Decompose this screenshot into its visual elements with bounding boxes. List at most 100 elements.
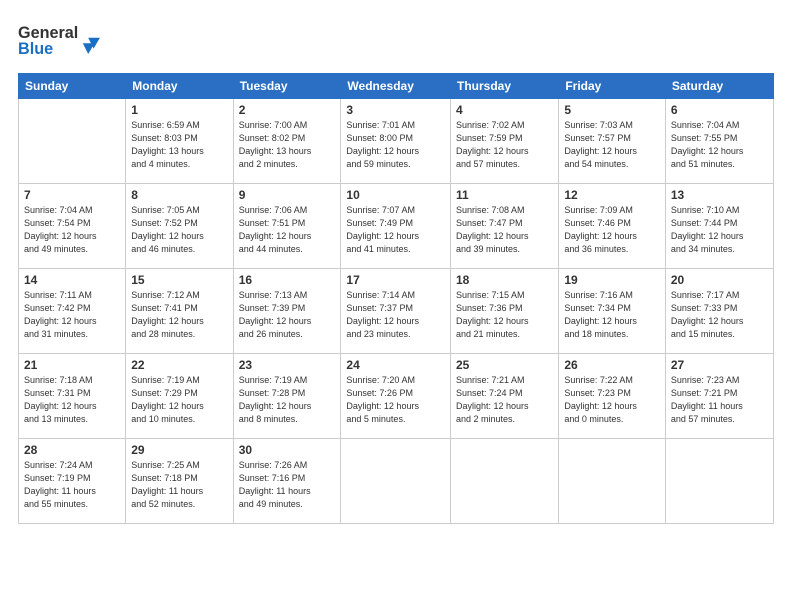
calendar-cell: 18 Sunrise: 7:15 AM Sunset: 7:36 PM Dayli… bbox=[451, 269, 559, 354]
day-number: 30 bbox=[239, 443, 336, 457]
calendar-cell: 11 Sunrise: 7:08 AM Sunset: 7:47 PM Dayli… bbox=[451, 184, 559, 269]
day-info: Sunrise: 7:02 AM Sunset: 7:59 PM Dayligh… bbox=[456, 119, 553, 171]
day-info: Sunrise: 7:18 AM Sunset: 7:31 PM Dayligh… bbox=[24, 374, 120, 426]
day-number: 9 bbox=[239, 188, 336, 202]
calendar-table: SundayMondayTuesdayWednesdayThursdayFrid… bbox=[18, 73, 774, 524]
day-info: Sunrise: 7:22 AM Sunset: 7:23 PM Dayligh… bbox=[564, 374, 660, 426]
day-number: 10 bbox=[346, 188, 445, 202]
calendar-cell: 1 Sunrise: 6:59 AM Sunset: 8:03 PM Daylig… bbox=[126, 99, 233, 184]
day-number: 23 bbox=[239, 358, 336, 372]
day-info: Sunrise: 7:20 AM Sunset: 7:26 PM Dayligh… bbox=[346, 374, 445, 426]
day-info: Sunrise: 7:04 AM Sunset: 7:54 PM Dayligh… bbox=[24, 204, 120, 256]
day-info: Sunrise: 7:09 AM Sunset: 7:46 PM Dayligh… bbox=[564, 204, 660, 256]
calendar-cell: 13Sunrise: 7:10 AM Sunset: 7:44 PM Dayli… bbox=[665, 184, 773, 269]
calendar-cell: 24 Sunrise: 7:20 AM Sunset: 7:26 PM Dayli… bbox=[341, 354, 451, 439]
day-number: 14 bbox=[24, 273, 120, 287]
calendar-cell bbox=[559, 439, 666, 524]
day-info: Sunrise: 7:14 AM Sunset: 7:37 PM Dayligh… bbox=[346, 289, 445, 341]
calendar-cell bbox=[665, 439, 773, 524]
calendar-cell: 2 Sunrise: 7:00 AM Sunset: 8:02 PM Daylig… bbox=[233, 99, 341, 184]
day-number: 15 bbox=[131, 273, 227, 287]
day-info: Sunrise: 7:01 AM Sunset: 8:00 PM Dayligh… bbox=[346, 119, 445, 171]
day-info: Sunrise: 7:21 AM Sunset: 7:24 PM Dayligh… bbox=[456, 374, 553, 426]
week-row-4: 21 Sunrise: 7:18 AM Sunset: 7:31 PM Dayli… bbox=[19, 354, 774, 439]
calendar-cell: 7 Sunrise: 7:04 AM Sunset: 7:54 PM Daylig… bbox=[19, 184, 126, 269]
day-number: 2 bbox=[239, 103, 336, 117]
logo-image: General Blue bbox=[18, 18, 108, 63]
week-row-3: 14 Sunrise: 7:11 AM Sunset: 7:42 PM Dayli… bbox=[19, 269, 774, 354]
day-info: Sunrise: 7:06 AM Sunset: 7:51 PM Dayligh… bbox=[239, 204, 336, 256]
day-number: 11 bbox=[456, 188, 553, 202]
day-number: 17 bbox=[346, 273, 445, 287]
day-info: Sunrise: 7:23 AM Sunset: 7:21 PM Dayligh… bbox=[671, 374, 768, 426]
header: General Blue bbox=[18, 18, 774, 63]
day-number: 25 bbox=[456, 358, 553, 372]
day-info: Sunrise: 7:15 AM Sunset: 7:36 PM Dayligh… bbox=[456, 289, 553, 341]
day-number: 1 bbox=[131, 103, 227, 117]
weekday-header-monday: Monday bbox=[126, 74, 233, 99]
weekday-header-thursday: Thursday bbox=[451, 74, 559, 99]
day-info: Sunrise: 7:16 AM Sunset: 7:34 PM Dayligh… bbox=[564, 289, 660, 341]
calendar-cell bbox=[341, 439, 451, 524]
day-info: Sunrise: 7:19 AM Sunset: 7:28 PM Dayligh… bbox=[239, 374, 336, 426]
calendar-cell: 14 Sunrise: 7:11 AM Sunset: 7:42 PM Dayli… bbox=[19, 269, 126, 354]
weekday-header-wednesday: Wednesday bbox=[341, 74, 451, 99]
calendar-cell bbox=[19, 99, 126, 184]
calendar-cell: 22 Sunrise: 7:19 AM Sunset: 7:29 PM Dayli… bbox=[126, 354, 233, 439]
calendar-cell: 9 Sunrise: 7:06 AM Sunset: 7:51 PM Daylig… bbox=[233, 184, 341, 269]
day-info: Sunrise: 7:26 AM Sunset: 7:16 PM Dayligh… bbox=[239, 459, 336, 511]
calendar-cell: 8 Sunrise: 7:05 AM Sunset: 7:52 PM Daylig… bbox=[126, 184, 233, 269]
day-number: 29 bbox=[131, 443, 227, 457]
day-info: Sunrise: 7:05 AM Sunset: 7:52 PM Dayligh… bbox=[131, 204, 227, 256]
calendar-cell: 15 Sunrise: 7:12 AM Sunset: 7:41 PM Dayli… bbox=[126, 269, 233, 354]
weekday-header-sunday: Sunday bbox=[19, 74, 126, 99]
day-number: 24 bbox=[346, 358, 445, 372]
calendar-cell: 28 Sunrise: 7:24 AM Sunset: 7:19 PM Dayli… bbox=[19, 439, 126, 524]
calendar-cell: 6Sunrise: 7:04 AM Sunset: 7:55 PM Daylig… bbox=[665, 99, 773, 184]
day-info: Sunrise: 7:10 AM Sunset: 7:44 PM Dayligh… bbox=[671, 204, 768, 256]
day-number: 18 bbox=[456, 273, 553, 287]
day-info: Sunrise: 7:24 AM Sunset: 7:19 PM Dayligh… bbox=[24, 459, 120, 511]
logo: General Blue bbox=[18, 18, 108, 63]
week-row-5: 28 Sunrise: 7:24 AM Sunset: 7:19 PM Dayli… bbox=[19, 439, 774, 524]
day-number: 21 bbox=[24, 358, 120, 372]
calendar-cell: 20Sunrise: 7:17 AM Sunset: 7:33 PM Dayli… bbox=[665, 269, 773, 354]
day-info: Sunrise: 7:04 AM Sunset: 7:55 PM Dayligh… bbox=[671, 119, 768, 171]
day-info: Sunrise: 6:59 AM Sunset: 8:03 PM Dayligh… bbox=[131, 119, 227, 171]
week-row-2: 7 Sunrise: 7:04 AM Sunset: 7:54 PM Daylig… bbox=[19, 184, 774, 269]
day-info: Sunrise: 7:08 AM Sunset: 7:47 PM Dayligh… bbox=[456, 204, 553, 256]
weekday-header-saturday: Saturday bbox=[665, 74, 773, 99]
calendar-cell: 23 Sunrise: 7:19 AM Sunset: 7:28 PM Dayli… bbox=[233, 354, 341, 439]
day-info: Sunrise: 7:07 AM Sunset: 7:49 PM Dayligh… bbox=[346, 204, 445, 256]
calendar-cell: 17 Sunrise: 7:14 AM Sunset: 7:37 PM Dayli… bbox=[341, 269, 451, 354]
day-info: Sunrise: 7:12 AM Sunset: 7:41 PM Dayligh… bbox=[131, 289, 227, 341]
day-info: Sunrise: 7:00 AM Sunset: 8:02 PM Dayligh… bbox=[239, 119, 336, 171]
day-number: 27 bbox=[671, 358, 768, 372]
calendar-cell: 26 Sunrise: 7:22 AM Sunset: 7:23 PM Dayli… bbox=[559, 354, 666, 439]
day-info: Sunrise: 7:19 AM Sunset: 7:29 PM Dayligh… bbox=[131, 374, 227, 426]
svg-text:Blue: Blue bbox=[18, 40, 53, 58]
weekday-header-tuesday: Tuesday bbox=[233, 74, 341, 99]
weekday-header-row: SundayMondayTuesdayWednesdayThursdayFrid… bbox=[19, 74, 774, 99]
calendar-cell: 12Sunrise: 7:09 AM Sunset: 7:46 PM Dayli… bbox=[559, 184, 666, 269]
day-number: 4 bbox=[456, 103, 553, 117]
calendar-cell: 3Sunrise: 7:01 AM Sunset: 8:00 PM Daylig… bbox=[341, 99, 451, 184]
calendar-cell: 25 Sunrise: 7:21 AM Sunset: 7:24 PM Dayli… bbox=[451, 354, 559, 439]
day-number: 26 bbox=[564, 358, 660, 372]
day-number: 19 bbox=[564, 273, 660, 287]
calendar-cell: 29 Sunrise: 7:25 AM Sunset: 7:18 PM Dayli… bbox=[126, 439, 233, 524]
week-row-1: 1 Sunrise: 6:59 AM Sunset: 8:03 PM Daylig… bbox=[19, 99, 774, 184]
calendar-cell: 19 Sunrise: 7:16 AM Sunset: 7:34 PM Dayli… bbox=[559, 269, 666, 354]
calendar-cell: 30 Sunrise: 7:26 AM Sunset: 7:16 PM Dayli… bbox=[233, 439, 341, 524]
calendar-cell: 16Sunrise: 7:13 AM Sunset: 7:39 PM Dayli… bbox=[233, 269, 341, 354]
calendar-cell bbox=[451, 439, 559, 524]
day-info: Sunrise: 7:25 AM Sunset: 7:18 PM Dayligh… bbox=[131, 459, 227, 511]
svg-text:General: General bbox=[18, 24, 78, 42]
calendar-cell: 4 Sunrise: 7:02 AM Sunset: 7:59 PM Daylig… bbox=[451, 99, 559, 184]
day-info: Sunrise: 7:11 AM Sunset: 7:42 PM Dayligh… bbox=[24, 289, 120, 341]
day-number: 22 bbox=[131, 358, 227, 372]
day-number: 16 bbox=[239, 273, 336, 287]
day-number: 7 bbox=[24, 188, 120, 202]
day-number: 28 bbox=[24, 443, 120, 457]
day-number: 8 bbox=[131, 188, 227, 202]
